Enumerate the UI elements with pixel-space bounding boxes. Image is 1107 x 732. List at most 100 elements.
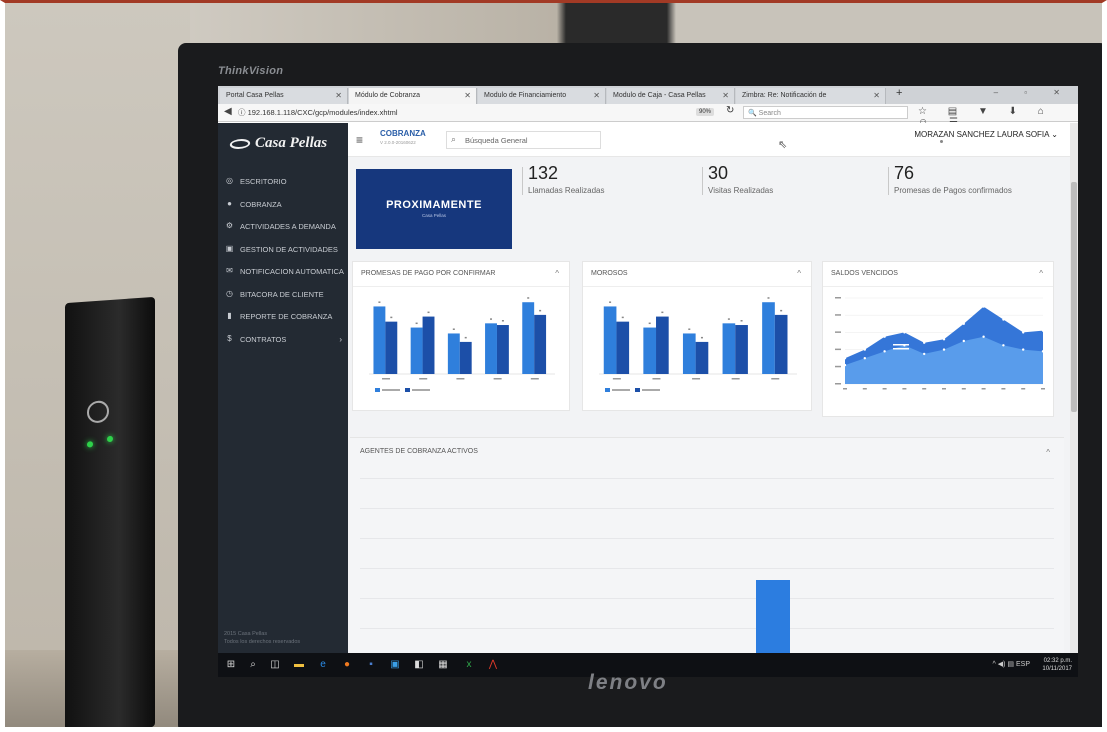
card-morosos: MOROSOS ^ <box>582 261 812 411</box>
sidebar-item-escritorio[interactable]: ◎ ESCRITORIO <box>218 171 348 194</box>
search-placeholder: Search <box>758 110 781 117</box>
app-icon[interactable]: ▪ <box>364 658 378 672</box>
store-icon[interactable]: ◧ <box>412 658 426 672</box>
sidebar-item-label: CONTRATOS <box>240 334 287 344</box>
task-view-icon[interactable]: ◫ <box>268 658 282 672</box>
data-point <box>923 352 926 356</box>
browser-tab[interactable]: Portal Casa Pellas ✕ <box>220 88 348 104</box>
taskbar-clock[interactable]: 02:32 p.m. 10/11/2017 <box>1042 657 1072 673</box>
new-tab-icon[interactable]: + <box>896 87 902 99</box>
legend-text-mark <box>382 389 400 391</box>
user-menu[interactable]: MORAZAN SANCHEZ LAURA SOFIA ⌄ <box>914 130 1058 139</box>
card-title: PROMESAS DE PAGO POR CONFIRMAR <box>361 270 496 277</box>
data-point <box>843 357 847 360</box>
pdf-icon[interactable]: ⋀ <box>486 658 500 672</box>
sidebar-item-label: ACTIVIDADES A DEMANDA <box>240 222 336 231</box>
tab-label: Modulo de Caja - Casa Pellas <box>613 92 706 99</box>
collapse-icon[interactable]: ^ <box>797 269 801 278</box>
data-point <box>1002 318 1005 321</box>
led-light <box>107 435 113 443</box>
x-tick-label <box>981 388 986 390</box>
window-controls[interactable]: – ▫ ✕ <box>994 88 1072 97</box>
sidebar-item-label: ESCRITORIO <box>240 177 287 186</box>
browser-tab-bar: Portal Casa Pellas ✕ Módulo de Cobranza … <box>218 86 1078 104</box>
chart-bar <box>682 333 696 374</box>
sidebar-footer: 2015 Casa Pellas Todos los derechos rese… <box>224 630 300 646</box>
chart-bar <box>735 325 748 374</box>
chart-bar <box>410 327 423 374</box>
module-title: COBRANZA <box>380 129 426 138</box>
sidebar-item-cobranza[interactable]: ● COBRANZA <box>218 194 348 217</box>
brand-logo[interactable]: Casa Pellas <box>228 135 327 152</box>
promo-banner[interactable]: PROXIMAMENTE Casa Pellas <box>356 169 512 249</box>
chart-bar <box>722 323 736 374</box>
grid-line <box>360 478 1054 479</box>
windows-start-icon[interactable]: ⊞ <box>224 658 238 672</box>
close-tab-icon[interactable]: ✕ <box>335 91 342 100</box>
collapse-icon[interactable]: ^ <box>1046 448 1050 457</box>
data-label-mark <box>767 297 770 299</box>
firefox-icon[interactable]: ● <box>340 658 354 672</box>
calculator-icon[interactable]: ▦ <box>436 658 450 672</box>
tick-label-mark <box>419 378 428 380</box>
data-label-mark <box>415 322 418 325</box>
data-label-mark <box>609 301 612 303</box>
data-point <box>923 341 926 344</box>
sidebar-item-notificacion[interactable]: ✉ NOTIFICACION AUTOMATICA <box>218 261 348 284</box>
collapse-icon[interactable]: ^ <box>555 269 559 278</box>
menu-toggle-icon[interactable]: ≡ <box>356 133 363 147</box>
close-tab-icon[interactable]: ✕ <box>464 91 471 100</box>
tab-label: Zimbra: Re: Notificación de <box>742 92 827 99</box>
tick-label-mark <box>771 378 780 380</box>
sidebar-item-reporte[interactable]: ▮ REPORTE DE COBRANZA <box>218 306 348 329</box>
data-point <box>863 348 866 351</box>
tick-label-mark <box>493 378 502 380</box>
legend-text-mark <box>893 348 909 350</box>
grid-line <box>360 538 1054 539</box>
close-tab-icon[interactable]: ✕ <box>873 91 880 100</box>
stat-divider <box>702 167 703 195</box>
browser-search-input[interactable]: 🔍 Search <box>743 106 908 119</box>
search-icon[interactable]: ⌕ <box>246 658 260 672</box>
url-text: 192.168.1.118/CXC/gcp/modules/index.xhtm… <box>247 108 398 117</box>
data-label-mark <box>648 322 651 325</box>
collapse-icon[interactable]: ^ <box>1039 269 1043 278</box>
grid-line <box>360 508 1054 509</box>
tick-label-mark <box>530 378 539 380</box>
global-search-input[interactable]: ⌕ Búsqueda General <box>446 131 601 149</box>
legend-swatch <box>375 388 380 392</box>
monitor-brand-bottom: lenovo <box>588 671 668 694</box>
area-chart-saldos <box>835 297 1045 390</box>
zoom-level[interactable]: 90% <box>696 108 715 116</box>
browser-tab[interactable]: Modulo de Caja - Casa Pellas ✕ <box>607 88 735 104</box>
scrollbar-thumb[interactable] <box>1071 182 1077 412</box>
stat-label: Promesas de Pagos confirmados <box>894 186 1012 195</box>
back-arrow-icon[interactable]: ◀ <box>224 106 232 117</box>
data-label-mark <box>661 311 664 314</box>
browser-tab-active[interactable]: Módulo de Cobranza ✕ <box>349 88 477 104</box>
reload-icon[interactable]: ↻ <box>726 105 734 116</box>
edge-browser-icon[interactable]: e <box>316 658 330 672</box>
stat-llamadas: 132 Llamadas Realizadas <box>522 163 605 195</box>
photos-icon[interactable]: ▣ <box>388 658 402 672</box>
sidebar-nav: ◎ ESCRITORIO ● COBRANZA ⚙ ACTIVIDADES A DEM… <box>218 171 348 351</box>
close-tab-icon[interactable]: ✕ <box>593 91 600 100</box>
stat-value: 30 <box>708 163 729 183</box>
chart-bar <box>385 321 398 374</box>
stat-label: Llamadas Realizadas <box>528 186 605 195</box>
footer-rights: Todos los derechos reservados <box>224 639 301 645</box>
browser-tab[interactable]: Zimbra: Re: Notificación de ✕ <box>736 88 886 104</box>
system-tray[interactable]: ^ ◀) ▤ ESP <box>993 660 1030 668</box>
sidebar-item-contratos[interactable]: $ CONTRATOS › <box>218 329 348 352</box>
excel-icon[interactable]: x <box>462 658 476 672</box>
address-field[interactable]: ⓘ 192.168.1.118/CXC/gcp/modules/index.xh… <box>238 107 698 120</box>
data-label-mark <box>427 311 430 314</box>
close-tab-icon[interactable]: ✕ <box>722 91 729 100</box>
sidebar-item-gestion[interactable]: ▣ GESTION DE ACTIVIDADES <box>218 239 348 262</box>
background-top <box>190 0 1107 45</box>
sidebar-item-actividades[interactable]: ⚙ ACTIVIDADES A DEMANDA <box>218 216 348 239</box>
sidebar-item-bitacora[interactable]: ◷ BITACORA DE CLIENTE <box>218 284 348 307</box>
agent-bar <box>756 580 790 662</box>
browser-tab[interactable]: Modulo de Financiamiento ✕ <box>478 88 606 104</box>
file-explorer-icon[interactable]: ▬ <box>292 658 306 672</box>
